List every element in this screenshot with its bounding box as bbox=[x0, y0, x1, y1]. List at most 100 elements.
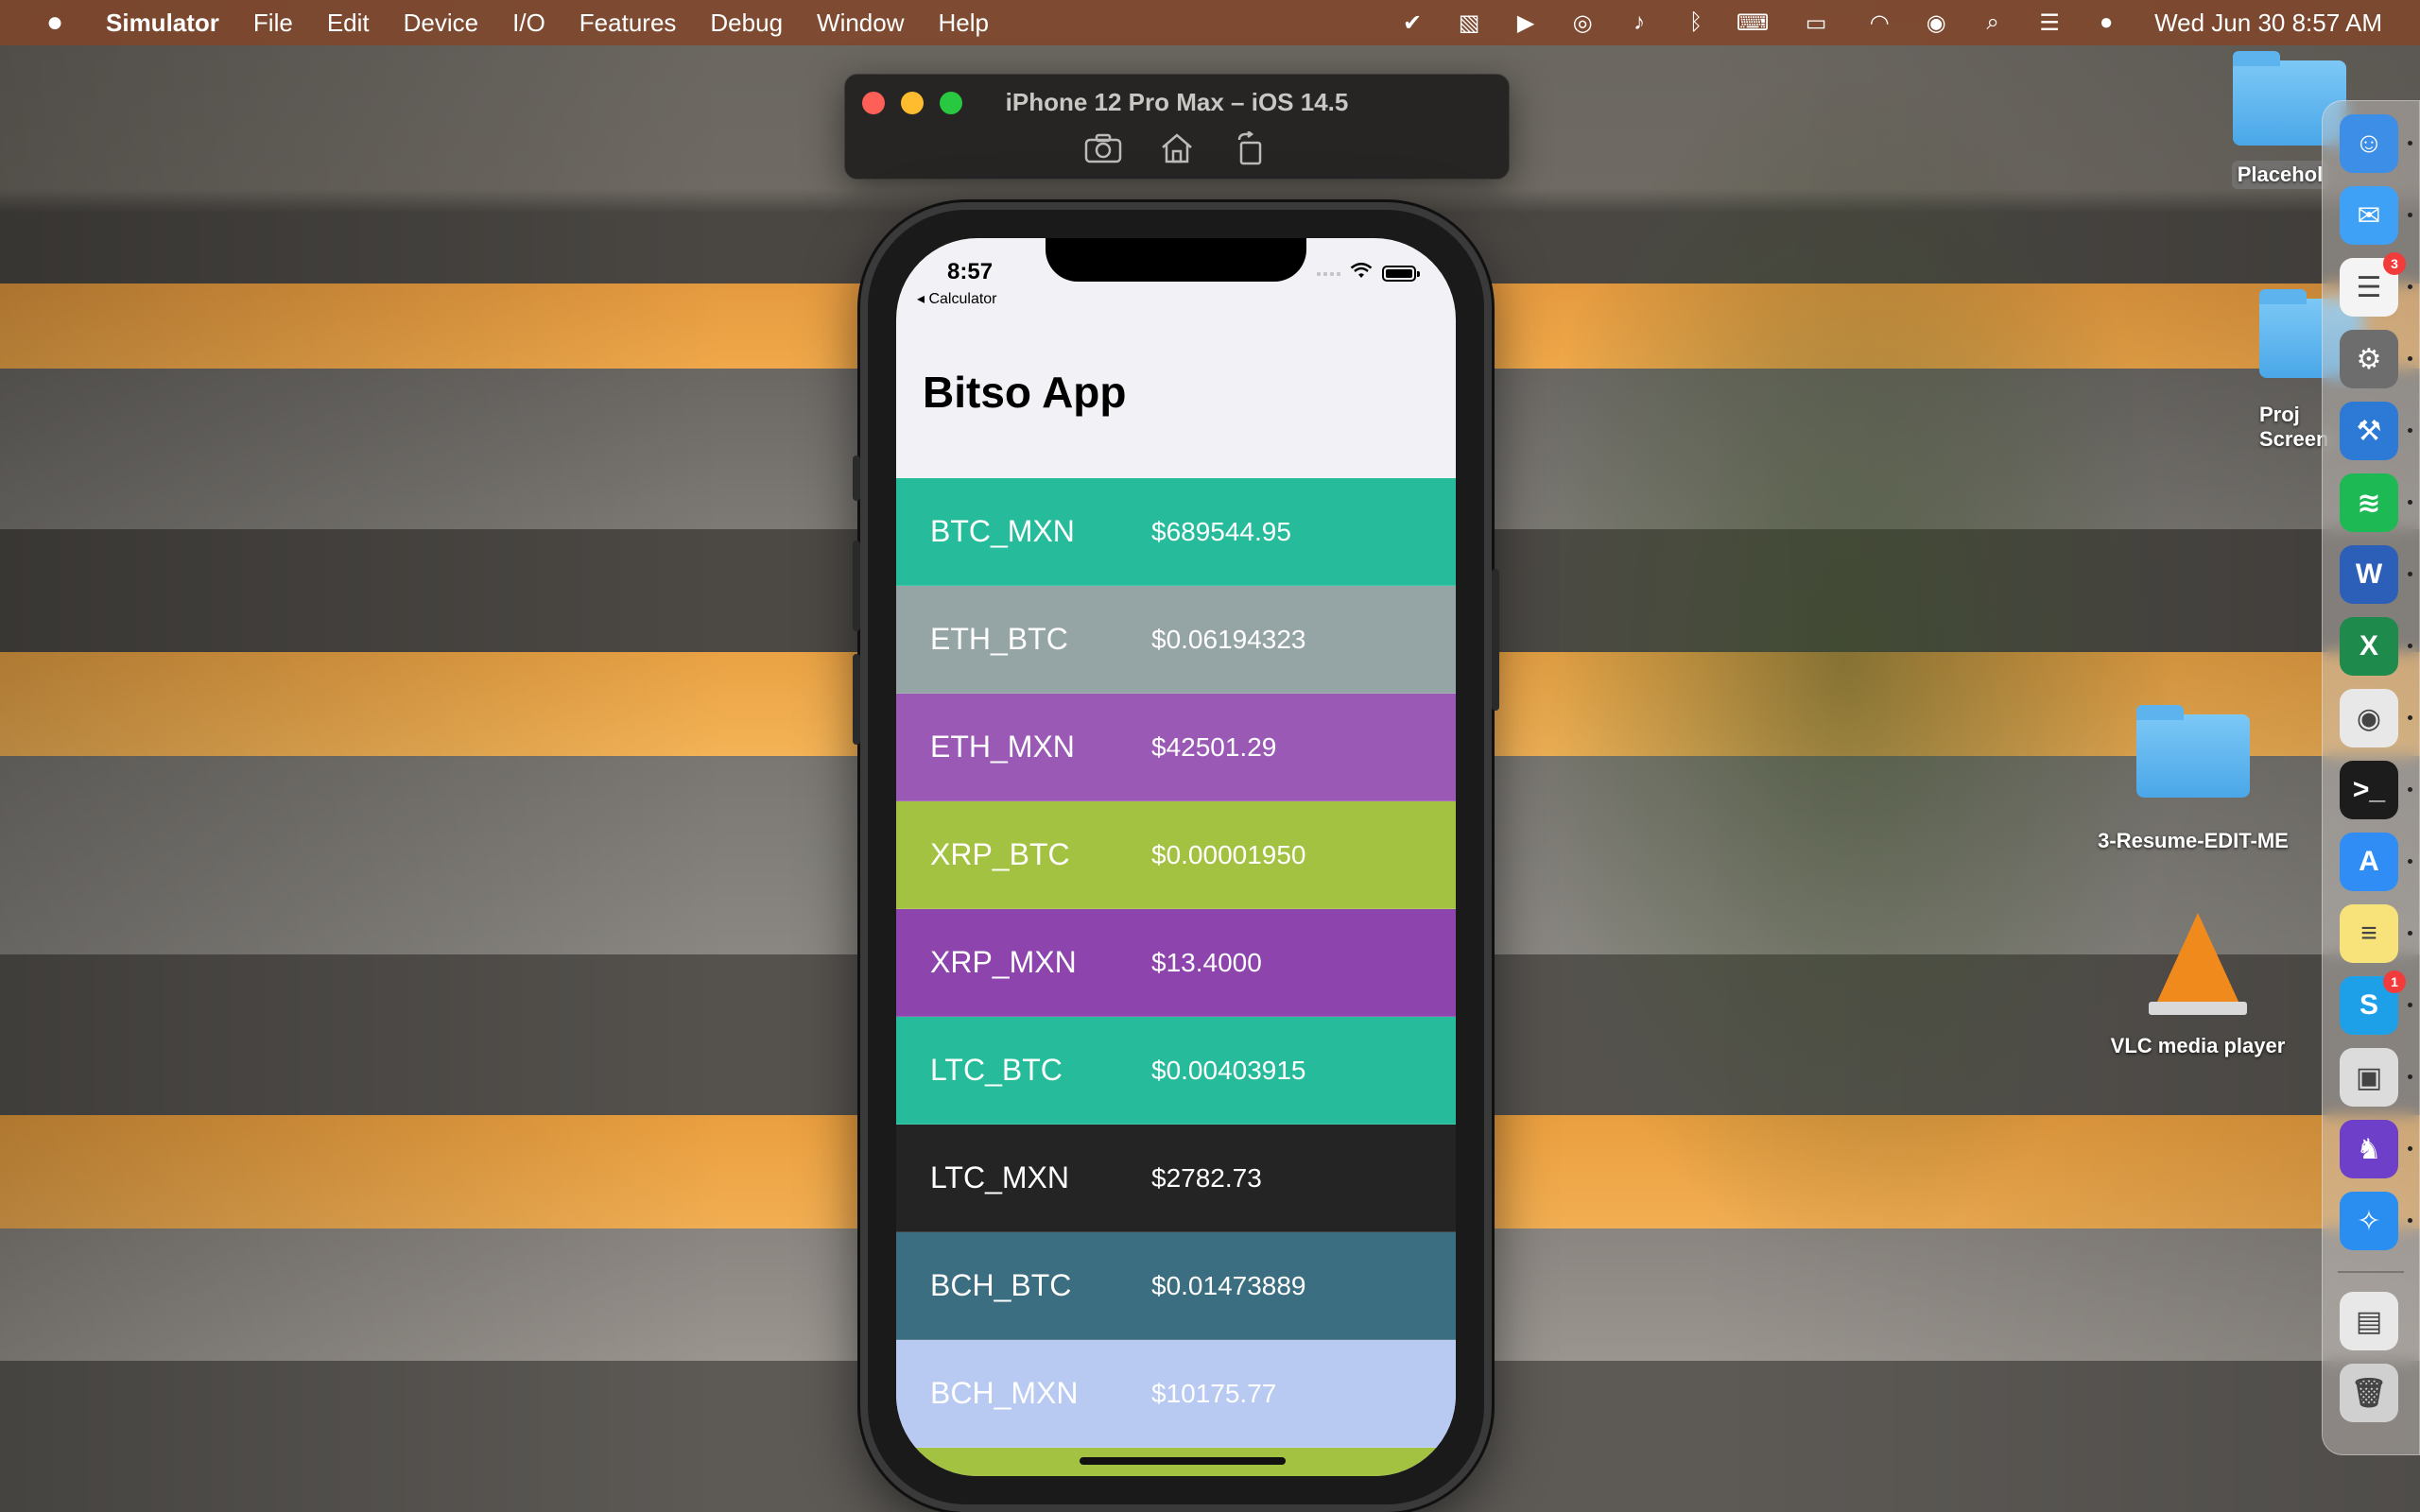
menu-features[interactable]: Features bbox=[579, 9, 677, 38]
screenshot-icon[interactable] bbox=[1080, 128, 1126, 169]
dock-app-glyph: ▣ bbox=[2355, 1061, 2383, 1093]
notch bbox=[1046, 238, 1306, 282]
ticker-name: XRP_MXN bbox=[930, 945, 1077, 979]
notes-icon[interactable]: ≡ bbox=[2340, 904, 2398, 963]
dock-app-glyph: S bbox=[2359, 989, 2378, 1021]
ticker-row[interactable]: BCH_BTC $0.01473889 bbox=[896, 1232, 1456, 1340]
search-icon[interactable]: ⌕ bbox=[1979, 9, 2007, 37]
simulator-toolbar bbox=[845, 128, 1509, 169]
ticker-row[interactable]: XRP_BTC $0.00001950 bbox=[896, 801, 1456, 909]
vlc-icon-base bbox=[2149, 1002, 2247, 1015]
ticker-row[interactable]: ETH_BTC $0.06194323 bbox=[896, 586, 1456, 694]
menu-app-simulator[interactable]: Simulator bbox=[106, 9, 219, 38]
simulator-window: iPhone 12 Pro Max – iOS 14.5 bbox=[844, 74, 1510, 180]
ticker-row[interactable]: LTC_MXN $2782.73 bbox=[896, 1125, 1456, 1232]
safari-icon[interactable]: ✧ bbox=[2340, 1192, 2398, 1250]
running-indicator bbox=[2408, 1146, 2412, 1151]
dock-separator bbox=[2338, 1271, 2404, 1273]
menu-clock[interactable]: Wed Jun 30 8:57 AM bbox=[2154, 9, 2382, 38]
running-indicator bbox=[2408, 356, 2412, 361]
menu-edit[interactable]: Edit bbox=[327, 9, 370, 38]
play-icon[interactable]: ▶ bbox=[1512, 9, 1540, 37]
ticker-row[interactable]: BCH_MXN $10175.77 bbox=[896, 1340, 1456, 1448]
app-store-icon[interactable]: A bbox=[2340, 833, 2398, 891]
github-icon[interactable]: ♞ bbox=[2340, 1120, 2398, 1178]
ticker-name: XRP_BTC bbox=[930, 837, 1070, 871]
ticker-price: $2782.73 bbox=[1151, 1162, 1262, 1193]
ticker-row[interactable]: XRP_MXN $13.4000 bbox=[896, 909, 1456, 1017]
menu-bar: ● Simulator File Edit Device I/O Feature… bbox=[0, 0, 2420, 45]
signal-icon bbox=[1317, 271, 1340, 276]
battery-icon bbox=[1382, 266, 1420, 282]
home-indicator[interactable] bbox=[1080, 1457, 1286, 1465]
running-indicator bbox=[2408, 1074, 2412, 1079]
xcode-icon[interactable]: ⚒ bbox=[2340, 402, 2398, 460]
apple-menu-icon[interactable]: ● bbox=[38, 7, 72, 39]
dock: ☺ ✉ ☰ 3 ⚙ ⚒ ≋ W X ◉ >_ A ≡ S 1 ▣ ♞ ✧ ▤ 🗑 bbox=[2322, 100, 2420, 1455]
desktop-vlc-media-player[interactable]: VLC media player bbox=[2089, 913, 2307, 1058]
vlc-icon bbox=[2156, 913, 2239, 1004]
downloads-icon[interactable]: ▤ bbox=[2340, 1292, 2398, 1350]
word-icon[interactable]: W bbox=[2340, 545, 2398, 604]
running-indicator bbox=[2408, 931, 2412, 936]
dock-app-glyph: 🗑 bbox=[2350, 1377, 2388, 1409]
mute-icon[interactable]: ♪ bbox=[1625, 9, 1653, 37]
mail-icon[interactable]: ✉ bbox=[2340, 186, 2398, 245]
dock-app-glyph: ☺ bbox=[2354, 128, 2384, 159]
running-indicator bbox=[2408, 1218, 2412, 1223]
spotify-icon[interactable]: ≋ bbox=[2340, 473, 2398, 532]
siri-icon[interactable]: ● bbox=[2092, 9, 2120, 37]
dock-app-glyph: W bbox=[2355, 558, 2383, 590]
ticker-price: $689544.95 bbox=[1151, 516, 1291, 546]
menu-debug[interactable]: Debug bbox=[710, 9, 783, 38]
ticker-price: $0.00403915 bbox=[1151, 1055, 1306, 1085]
menu-io[interactable]: I/O bbox=[512, 9, 545, 38]
reminders-icon[interactable]: ☰ 3 bbox=[2340, 252, 2406, 317]
excel-icon[interactable]: X bbox=[2340, 617, 2398, 676]
iphone-device: 8:57 ◂ Calculator Bitso App BTC_MXN $6895… bbox=[853, 202, 1499, 1512]
status-area: ✔ ▧ ▶ ◎ ♪ ᛒ ⌨ ▭ ◠ ◉ ⌕ ☰ ● Wed Jun 30 8:5… bbox=[1398, 0, 2382, 45]
running-indicator bbox=[2408, 572, 2412, 576]
bluetooth-icon[interactable]: ᛒ bbox=[1682, 9, 1710, 37]
airdrop-icon[interactable]: ◎ bbox=[1568, 9, 1597, 37]
ticker-name: LTC_MXN bbox=[930, 1160, 1069, 1194]
wifi-icon[interactable]: ◠ bbox=[1865, 9, 1893, 37]
menu-help[interactable]: Help bbox=[939, 9, 989, 38]
clipboard-icon[interactable]: ▧ bbox=[1455, 9, 1483, 37]
volume-down-button bbox=[853, 654, 860, 745]
home-icon[interactable] bbox=[1154, 128, 1200, 169]
ticker-name: BCH_BTC bbox=[930, 1268, 1072, 1302]
ticker-price: $42501.29 bbox=[1151, 731, 1277, 762]
trash-icon[interactable]: 🗑 bbox=[2340, 1364, 2398, 1422]
finder-icon[interactable]: ☺ bbox=[2340, 114, 2398, 173]
running-indicator bbox=[2408, 428, 2412, 433]
preview-icon[interactable]: ▣ bbox=[2340, 1048, 2398, 1107]
skype-icon[interactable]: S1 bbox=[2340, 971, 2406, 1035]
menu-window[interactable]: Window bbox=[817, 9, 904, 38]
ticker-name: LTC_BTC bbox=[930, 1053, 1063, 1087]
status-bar-right bbox=[1317, 263, 1420, 284]
system-preferences-icon[interactable]: ⚙ bbox=[2340, 330, 2398, 388]
menu-device[interactable]: Device bbox=[404, 9, 478, 38]
desktop-icon-label: VLC media player bbox=[2110, 1034, 2286, 1057]
checkmark-shield-icon[interactable]: ✔ bbox=[1398, 9, 1426, 37]
keyboard-icon[interactable]: ⌨ bbox=[1737, 9, 1770, 37]
user-icon[interactable]: ◉ bbox=[1922, 9, 1950, 37]
running-indicator bbox=[2408, 1003, 2412, 1007]
ticker-name: ETH_MXN bbox=[930, 730, 1075, 764]
ticker-row[interactable]: ETH_MXN $42501.29 bbox=[896, 694, 1456, 801]
desktop-folder-resume[interactable]: 3-Resume-EDIT-ME bbox=[2080, 705, 2307, 856]
folder-icon bbox=[2136, 705, 2250, 798]
battery-icon[interactable]: ▭ bbox=[1795, 9, 1837, 37]
menu-file[interactable]: File bbox=[253, 9, 293, 38]
back-to-app-link[interactable]: ◂ Calculator bbox=[917, 289, 997, 308]
rotate-icon[interactable] bbox=[1228, 128, 1273, 169]
control-center-icon[interactable]: ☰ bbox=[2035, 9, 2064, 37]
ticker-row[interactable]: BTC_MXN $689544.95 bbox=[896, 478, 1456, 586]
terminal-icon[interactable]: >_ bbox=[2340, 761, 2398, 819]
ticker-price: $10175.77 bbox=[1151, 1378, 1277, 1408]
ticker-row[interactable]: LTC_BTC $0.00403915 bbox=[896, 1017, 1456, 1125]
ticker-name: BCH_MXN bbox=[930, 1376, 1079, 1410]
dock-app-glyph: ⚙ bbox=[2356, 343, 2382, 375]
chrome-icon[interactable]: ◉ bbox=[2340, 689, 2398, 747]
